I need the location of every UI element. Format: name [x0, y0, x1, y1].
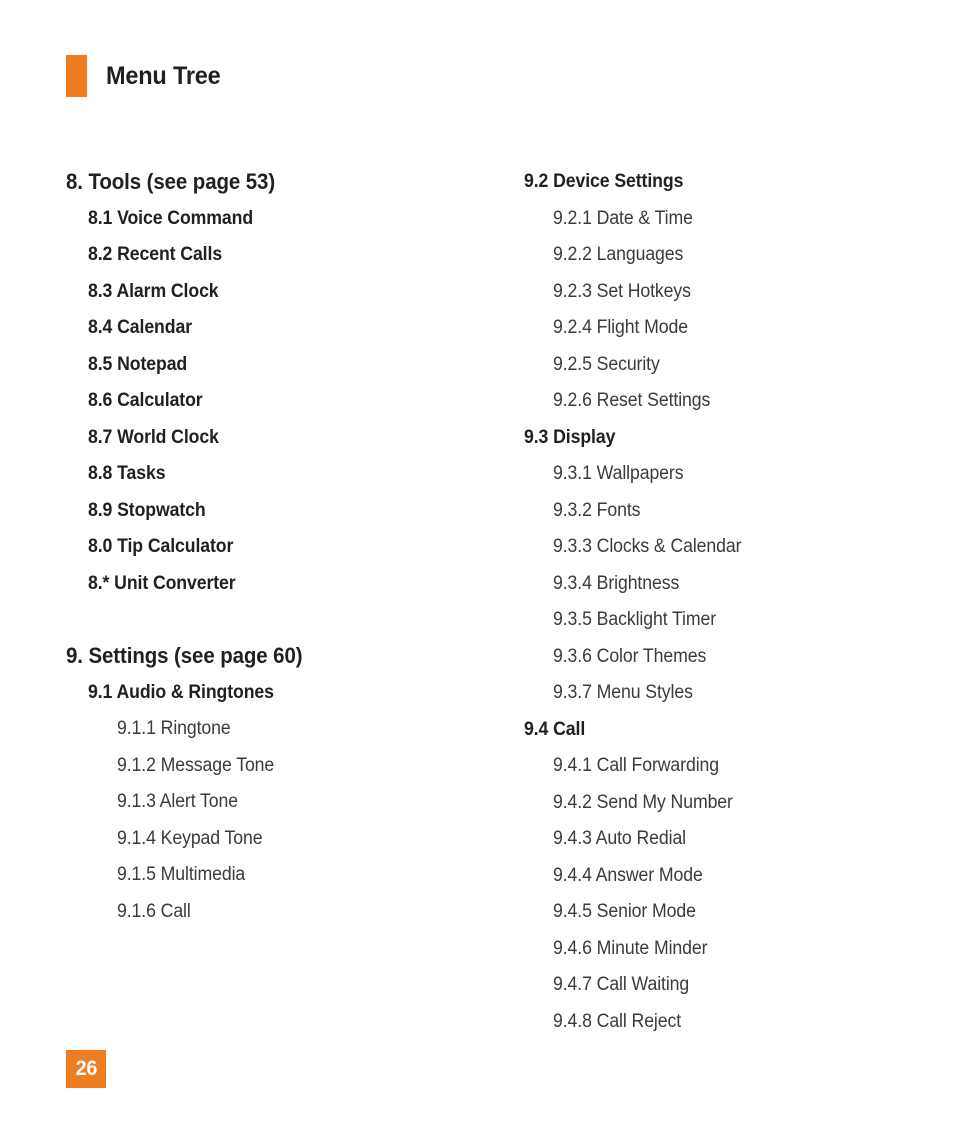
menu-leaf-item: 9.3.2 Fonts: [553, 499, 641, 521]
menu-subsection-item: 8.* Unit Converter: [88, 572, 236, 594]
menu-leaf-item: 9.4.5 Senior Mode: [553, 901, 696, 922]
menu-subsection-item: 8.4 Calendar: [88, 317, 192, 338]
menu-leaf-item: 9.1.2 Message Tone: [117, 754, 275, 776]
menu-subsection-item: 8.5 Notepad: [88, 353, 188, 375]
menu-leaf-item: 9.3.6 Color Themes: [553, 645, 707, 667]
menu-section-heading: 8. Tools (see page 53): [66, 169, 276, 194]
menu-subsection-item: 8.2 Recent Calls: [88, 244, 223, 265]
menu-subsection-item: 8.3 Alarm Clock: [88, 280, 219, 302]
menu-subsection-item: 8.9 Stopwatch: [88, 499, 206, 521]
menu-leaf-item: 9.2.5 Security: [553, 353, 660, 375]
menu-subsection-item: 9.2 Device Settings: [524, 171, 684, 192]
menu-leaf-item: 9.1.5 Multimedia: [117, 864, 246, 885]
menu-leaf-item: 9.1.1 Ringtone: [117, 718, 231, 739]
menu-leaf-item: 9.4.6 Minute Minder: [553, 937, 708, 959]
menu-leaf-item: 9.2.6 Reset Settings: [553, 390, 711, 411]
menu-subsection-item: 8.6 Calculator: [88, 390, 203, 411]
menu-leaf-item: 9.2.1 Date & Time: [553, 207, 693, 229]
page-header: Menu Tree: [66, 55, 228, 97]
menu-leaf-item: 9.2.3 Set Hotkeys: [553, 280, 691, 302]
menu-section-heading: 9. Settings (see page 60): [66, 643, 303, 668]
menu-subsection-item: 9.1 Audio & Ringtones: [88, 681, 274, 703]
menu-subsection-item: 8.7 World Clock: [88, 426, 219, 448]
header-accent-bar: [66, 55, 87, 97]
menu-subsection-item: 8.8 Tasks: [88, 463, 166, 484]
menu-leaf-item: 9.4.2 Send My Number: [553, 791, 733, 813]
menu-leaf-item: 9.4.1 Call Forwarding: [553, 755, 719, 776]
page-number-badge: 26: [66, 1050, 106, 1088]
menu-leaf-item: 9.3.1 Wallpapers: [553, 463, 684, 484]
menu-subsection-item: 9.4 Call: [524, 718, 586, 740]
menu-leaf-item: 9.3.5 Backlight Timer: [553, 609, 717, 630]
menu-leaf-item: 9.2.4 Flight Mode: [553, 317, 688, 338]
menu-subsection-item: 8.0 Tip Calculator: [88, 536, 234, 557]
menu-leaf-item: 9.4.3 Auto Redial: [553, 828, 687, 849]
menu-leaf-item: 9.2.2 Languages: [553, 244, 684, 265]
page-title: Menu Tree: [106, 61, 221, 90]
menu-leaf-item: 9.1.3 Alert Tone: [117, 791, 238, 812]
menu-subsection-item: 9.3 Display: [524, 426, 616, 448]
menu-leaf-item: 9.3.3 Clocks & Calendar: [553, 536, 742, 557]
menu-leaf-item: 9.1.6 Call: [117, 900, 191, 922]
menu-tree-right-column: 9.2 Device Settings 9.2.1 Date & Time 9.2.…: [502, 164, 922, 1040]
page-number-label: 26: [75, 1057, 97, 1080]
menu-leaf-item: 9.1.4 Keypad Tone: [117, 827, 263, 849]
menu-leaf-item: 9.3.7 Menu Styles: [553, 682, 693, 703]
menu-leaf-item: 9.4.4 Answer Mode: [553, 864, 703, 886]
menu-leaf-item: 9.4.8 Call Reject: [553, 1010, 682, 1032]
menu-leaf-item: 9.3.4 Brightness: [553, 572, 680, 594]
menu-leaf-item: 9.4.7 Call Waiting: [553, 974, 690, 995]
menu-tree-left-column: 8. Tools (see page 53) 8.1 Voice Command 8…: [66, 164, 466, 930]
menu-subsection-item: 8.1 Voice Command: [88, 207, 254, 229]
